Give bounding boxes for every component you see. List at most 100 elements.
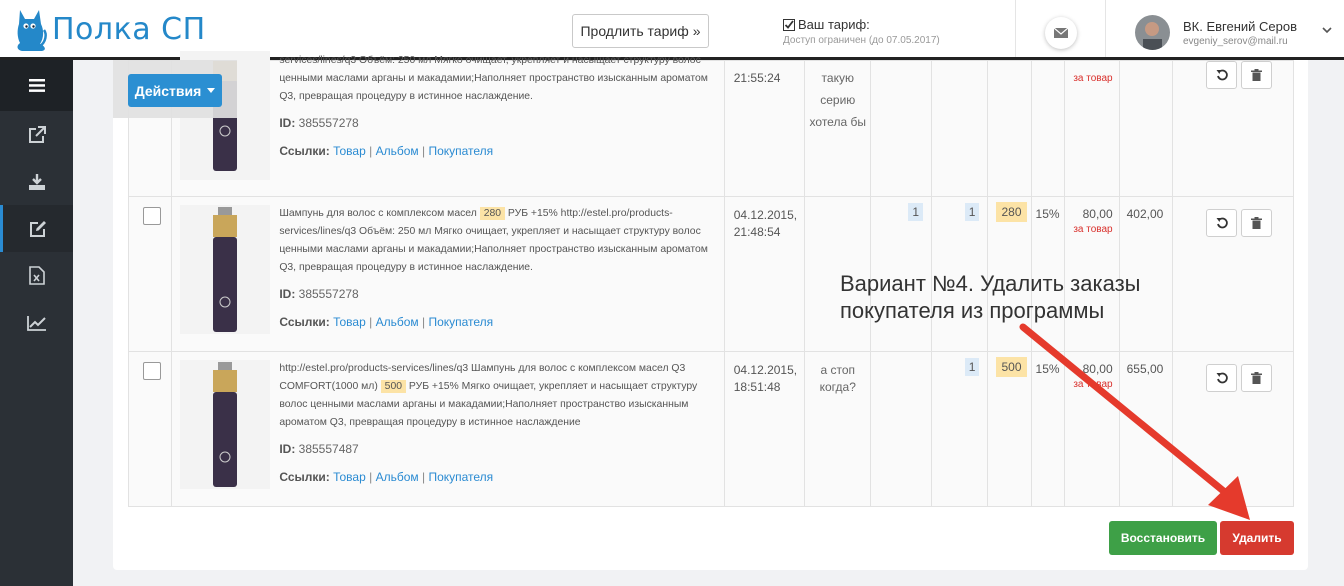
per-item-label: за товар — [1073, 73, 1113, 84]
product-cell: Шампунь для волос с комплексом масел 280… — [171, 196, 725, 352]
actions-dropdown-button[interactable]: Действия — [128, 74, 222, 107]
delete-row-button[interactable] — [1241, 364, 1273, 392]
link-buyer[interactable]: Покупателя — [428, 470, 493, 484]
product-image[interactable] — [180, 205, 271, 334]
actions-cell — [1172, 60, 1294, 197]
user-info[interactable]: ВК. Евгений Серов evgeniy_serov@mail.ru — [1183, 19, 1297, 47]
sidebar-item-chart[interactable] — [0, 299, 73, 346]
sidebar-item-edit[interactable] — [0, 205, 73, 252]
product-cell: http://estel.pro/products-services/lines… — [171, 351, 725, 507]
divider — [1015, 0, 1016, 57]
per-item-label: за товар — [1073, 224, 1113, 235]
actions-toolbar: Действия — [113, 60, 237, 118]
cost-cell: за товар — [1063, 60, 1120, 197]
row-checkbox[interactable] — [143, 362, 161, 380]
trash-icon — [1251, 69, 1263, 81]
qty-confirmed: 1 — [964, 358, 980, 376]
renew-tariff-label: Продлить тариф — [580, 23, 689, 39]
cat-logo-icon — [17, 10, 47, 51]
price-value: 280 — [996, 202, 1027, 222]
link-buyer[interactable]: Покупателя — [428, 144, 493, 158]
product-image[interactable] — [180, 360, 271, 489]
percent-cell: 15% — [1030, 351, 1065, 507]
renew-tariff-button[interactable]: Продлить тариф » — [572, 14, 709, 48]
total-cell — [1118, 60, 1174, 197]
undo-icon — [1216, 217, 1228, 229]
delete-row-button[interactable] — [1241, 209, 1273, 237]
link-album[interactable]: Альбом — [376, 470, 419, 484]
restore-row-button[interactable] — [1206, 61, 1238, 89]
external-link-icon — [28, 125, 46, 143]
double-chevron-right-icon: » — [692, 23, 701, 39]
link-item[interactable]: Товар — [333, 144, 366, 158]
date-cell: 21:55:24 — [723, 60, 806, 197]
total-cell: 655,00 — [1118, 351, 1174, 507]
comment-cell: такую серию хотела бы — [804, 60, 872, 197]
product-description: http://estel.pro/products-services/lines… — [279, 363, 698, 428]
sidebar-menu-toggle[interactable] — [0, 60, 73, 111]
restore-row-button[interactable] — [1206, 209, 1238, 237]
menu-icon — [28, 79, 45, 92]
undo-icon — [1216, 372, 1228, 384]
logo[interactable]: Полка СП — [14, 4, 206, 54]
sidebar-item-external[interactable] — [0, 111, 73, 158]
row-select-cell — [127, 196, 173, 352]
product-cell: services/lines/q3 Объём: 250 мл Мягко оч… — [171, 51, 725, 197]
product-description: services/lines/q3 Объём: 250 мл Мягко оч… — [279, 55, 708, 102]
delete-row-button[interactable] — [1241, 61, 1273, 89]
price-highlight: 500 — [380, 380, 407, 393]
price-cell: 500 — [987, 351, 1032, 507]
actions-cell — [1172, 351, 1294, 507]
tariff-title: Ваш тариф: — [798, 17, 870, 32]
annotation-text: Вариант №4. Удалить заказы покупателя из… — [840, 270, 1141, 324]
avatar[interactable] — [1135, 15, 1170, 50]
logo-text: Полка СП — [52, 11, 206, 47]
tariff-status: Доступ ограничен (до 07.05.2017) — [783, 35, 940, 46]
chevron-down-icon[interactable] — [1322, 27, 1332, 34]
envelope-icon — [1054, 28, 1068, 38]
qty-cell — [870, 351, 933, 507]
trash-icon — [1251, 372, 1263, 384]
delete-button[interactable]: Удалить — [1220, 521, 1294, 555]
sidebar-item-excel[interactable] — [0, 252, 73, 299]
restore-row-button[interactable] — [1206, 364, 1238, 392]
qty-cell — [870, 60, 933, 197]
product-links: Ссылки: Товар | Альбом | Покупателя — [279, 315, 494, 329]
restore-button[interactable]: Восстановить — [1109, 521, 1217, 555]
per-item-label: за товар — [1073, 379, 1113, 390]
sidebar-item-download[interactable] — [0, 158, 73, 205]
user-name: ВК. Евгений Серов — [1183, 19, 1298, 34]
link-item[interactable]: Товар — [333, 470, 366, 484]
actions-label: Действия — [134, 82, 202, 99]
checkbox-checked-icon — [783, 18, 795, 31]
row-select-cell — [127, 351, 173, 507]
date-cell: 04.12.2015, 18:51:48 — [723, 351, 806, 507]
product-description: Шампунь для волос с комплексом масел 280… — [279, 207, 708, 273]
qty-confirmed: 1 — [964, 203, 980, 221]
edit-icon — [30, 220, 46, 237]
link-album[interactable]: Альбом — [376, 144, 419, 158]
link-album[interactable]: Альбом — [376, 315, 419, 329]
actions-cell — [1172, 196, 1294, 352]
qty-cell — [931, 60, 989, 197]
tariff-info: Ваш тариф: Доступ ограничен (до 07.05.20… — [783, 17, 940, 46]
download-icon — [28, 173, 45, 190]
cost-cell: 80,00 за товар — [1063, 351, 1120, 507]
percent-cell — [1030, 60, 1065, 197]
product-links: Ссылки: Товар | Альбом | Покупателя — [279, 470, 494, 484]
price-value: 500 — [996, 357, 1027, 377]
mail-button[interactable] — [1045, 17, 1077, 49]
table-row: http://estel.pro/products-services/lines… — [127, 351, 1294, 507]
row-checkbox[interactable] — [143, 207, 161, 225]
sidebar — [0, 60, 73, 586]
link-item[interactable]: Товар — [333, 315, 366, 329]
product-links: Ссылки: Товар | Альбом | Покупателя — [279, 144, 494, 158]
date-cell: 04.12.2015, 21:48:54 — [723, 196, 806, 352]
chart-icon — [26, 315, 46, 331]
link-buyer[interactable]: Покупателя — [428, 315, 493, 329]
user-email: evgeniy_serov@mail.ru — [1183, 36, 1288, 47]
price-highlight: 280 — [479, 207, 506, 220]
excel-file-icon — [28, 266, 45, 285]
product-id: ID: 385557278 — [279, 116, 359, 130]
annotation-line-2: покупателя из программы — [840, 298, 1105, 323]
